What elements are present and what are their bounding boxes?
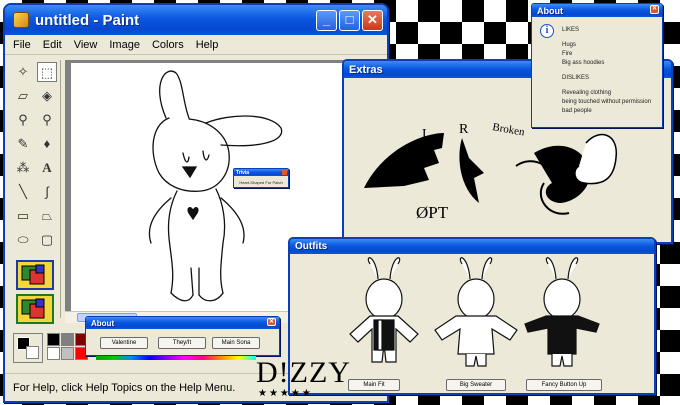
wing-label-right: R — [459, 122, 469, 137]
main-fit-button[interactable]: Main Fit — [348, 379, 400, 391]
right-wing-icon — [459, 138, 484, 203]
about-small-titlebar[interactable]: About ✕ — [86, 317, 279, 329]
about-right-titlebar[interactable]: About ✕ — [532, 4, 662, 17]
color-picker-icon[interactable]: ⚲ — [13, 110, 33, 130]
menu-view[interactable]: View — [74, 39, 98, 51]
big-sweater-button[interactable]: Big Sweater — [446, 379, 506, 391]
trivia-title: Trivia — [236, 169, 250, 176]
fancy-button-up-button[interactable]: Fancy Button Up — [526, 379, 602, 391]
likes-item: Big ass hoodies — [562, 60, 605, 66]
paint-title: untitled - Paint — [35, 11, 140, 29]
close-button[interactable]: ✕ — [362, 10, 383, 31]
likes-item: Hugs — [562, 42, 577, 48]
trivia-window: Trivia Heart-Shaped Fur Patch — [233, 168, 289, 188]
close-icon[interactable] — [282, 170, 287, 175]
pronouns-button[interactable]: They/It — [158, 337, 206, 349]
dislikes-item: Revealing clothing — [562, 90, 612, 96]
menu-help[interactable]: Help — [196, 39, 219, 51]
signature-stars: ★★★★★ — [258, 388, 313, 399]
background-color — [26, 346, 39, 359]
about-small-window: About ✕ Valentine They/It Main Sona — [85, 316, 280, 356]
outfits-title: Outfits — [295, 241, 328, 252]
palette-swatch[interactable] — [47, 333, 60, 346]
extras-title: Extras — [349, 63, 383, 76]
paint-app-icon — [13, 12, 29, 28]
outfit-fancy-button-up-figure — [524, 257, 600, 367]
palette-swatch[interactable] — [61, 333, 74, 346]
dislikes-item: being touched without permission — [562, 99, 652, 105]
menu-image[interactable]: Image — [109, 39, 140, 51]
minimize-button[interactable]: _ — [316, 10, 337, 31]
line-icon[interactable]: ╲ — [13, 182, 33, 202]
outfit-big-sweater-figure — [434, 257, 518, 367]
outfits-titlebar[interactable]: Outfits — [290, 239, 654, 254]
option-graphic-icon — [21, 298, 45, 319]
polygon-icon[interactable]: ⏢ — [37, 206, 57, 226]
rect-select-icon[interactable]: ⬚ — [37, 62, 57, 82]
dislikes-heading: DISLIKES — [562, 75, 590, 81]
eraser-icon[interactable]: ▱ — [13, 86, 33, 106]
text-icon[interactable]: A — [37, 158, 57, 178]
rounded-rect-icon[interactable]: ▢ — [37, 230, 57, 250]
main-sona-button[interactable]: Main Sona — [212, 337, 260, 349]
about-right-body: LIKES Hugs Fire Big ass hoodies DISLIKES… — [562, 26, 662, 116]
fill-icon[interactable]: ◈ — [37, 86, 57, 106]
brush-icon[interactable]: ♦ — [37, 134, 57, 154]
palette-strip — [96, 356, 256, 360]
toolbox: ✧ ⬚ ▱ ◈ ⚲ ⚲ ✎ ♦ ⁂ A ╲ ∫ ▭ ⏢ ⬭ ▢ — [11, 60, 61, 324]
info-icon: i — [540, 24, 554, 38]
close-icon[interactable]: ✕ — [267, 318, 276, 326]
airbrush-icon[interactable]: ⁂ — [13, 158, 33, 178]
rectangle-icon[interactable]: ▭ — [13, 206, 33, 226]
menu-edit[interactable]: Edit — [43, 39, 62, 51]
maximize-button[interactable]: □ — [339, 10, 360, 31]
tool-option-a[interactable] — [16, 260, 54, 290]
outfit-main-fit-figure — [349, 257, 419, 363]
about-small-title: About — [91, 318, 115, 328]
artist-signature: D!ZZY — [256, 356, 351, 389]
current-colors[interactable] — [13, 333, 43, 363]
paint-titlebar[interactable]: untitled - Paint _ □ ✕ — [5, 5, 387, 35]
left-wing-icon — [364, 133, 444, 188]
close-icon[interactable]: ✕ — [650, 5, 659, 14]
ellipse-icon[interactable]: ⬭ — [13, 230, 33, 250]
free-select-icon[interactable]: ✧ — [13, 62, 33, 82]
menu-file[interactable]: File — [13, 39, 31, 51]
palette-swatch[interactable] — [61, 347, 74, 360]
wing-label-opt: ØPT — [416, 203, 449, 222]
dislikes-item: bad people — [562, 108, 592, 114]
about-right-window: About ✕ i LIKES Hugs Fire Big ass hoodie… — [531, 3, 663, 128]
likes-heading: LIKES — [562, 27, 580, 33]
option-graphic-icon — [21, 264, 45, 285]
menu-bar: File Edit View Image Colors Help — [5, 35, 387, 55]
tool-option-b[interactable] — [16, 294, 54, 324]
about-right-title: About — [537, 5, 563, 16]
curve-icon[interactable]: ∫ — [37, 182, 57, 202]
menu-colors[interactable]: Colors — [152, 39, 184, 51]
palette-swatch[interactable] — [47, 347, 60, 360]
wing-label-left: L — [422, 127, 431, 142]
valentine-button[interactable]: Valentine — [100, 337, 148, 349]
likes-item: Fire — [562, 51, 573, 57]
pencil-icon[interactable]: ✎ — [13, 134, 33, 154]
trivia-titlebar[interactable]: Trivia — [234, 169, 288, 176]
trivia-text: Heart-Shaped Fur Patch — [239, 180, 283, 185]
magnifier-icon[interactable]: ⚲ — [37, 110, 57, 130]
wing-label-broken: Broken — [491, 121, 525, 139]
